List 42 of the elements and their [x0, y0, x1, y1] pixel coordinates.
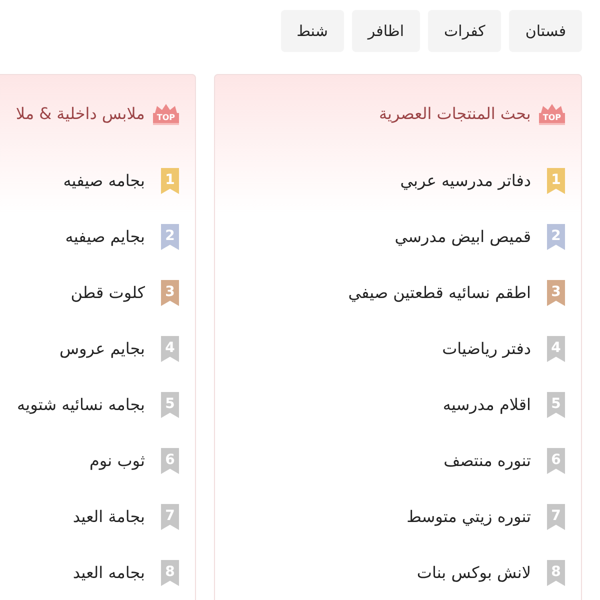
trending-search-link[interactable]: دفتر رياضيات	[442, 337, 531, 361]
rank-marker: 2	[547, 224, 565, 250]
trending-search-link[interactable]: اقلام مدرسيه	[442, 393, 531, 417]
rank-marker: 2	[161, 224, 179, 250]
trending-search-link[interactable]: بجامة العيد	[72, 505, 145, 529]
trending-search-link[interactable]: قميص ابيض مدرسي	[394, 225, 531, 249]
trending-search-link[interactable]: بجامه العيد	[72, 561, 145, 585]
crown-icon	[540, 104, 563, 112]
rank-marker: 8	[547, 560, 565, 586]
trending-search-link[interactable]: دفاتر مدرسيه عربي	[400, 169, 531, 193]
top-label: TOP	[538, 112, 565, 124]
rank-marker: 4	[547, 336, 565, 362]
rank-marker: 1	[547, 168, 565, 194]
trending-search-link[interactable]: كلوت قطن	[70, 281, 145, 305]
rank-marker: 7	[547, 504, 565, 530]
trending-search-link[interactable]: بجامه نسائيه شتويه	[17, 393, 145, 417]
trending-search-link[interactable]: تنوره منتصف	[444, 449, 531, 473]
tag-chip[interactable]: كفرات	[428, 10, 502, 52]
rank-marker: 8	[161, 560, 179, 586]
rank-marker: 4	[161, 336, 179, 362]
trending-search-link[interactable]: بجامه صيفيه	[63, 169, 145, 193]
trending-search-link[interactable]: لانش بوكس بنات	[416, 561, 531, 585]
rank-marker: 7	[161, 504, 179, 530]
rank-marker: 1	[161, 168, 179, 194]
rank-marker: 5	[547, 392, 565, 418]
crown-icon	[154, 104, 177, 112]
panel-title: بحث المنتجات العصرية	[378, 103, 531, 125]
rank-marker: 3	[547, 280, 565, 306]
panel-title: ملابس داخلية & ملا	[16, 103, 145, 125]
rank-marker: 6	[161, 448, 179, 474]
rank-marker: 6	[547, 448, 565, 474]
tag-chip[interactable]: فستان	[509, 10, 582, 52]
trending-search-link[interactable]: تنوره زيتي متوسط	[406, 505, 531, 529]
tag-chip[interactable]: اظافر	[352, 10, 420, 52]
tag-chip[interactable]: شنط	[280, 10, 344, 52]
trending-search-link[interactable]: بجايم صيفيه	[65, 225, 145, 249]
trending-search-link[interactable]: بجايم عروس	[60, 337, 145, 361]
top-label: TOP	[152, 112, 179, 124]
trending-search-link[interactable]: اطقم نسائيه قطعتين صيفي	[348, 281, 531, 305]
trending-search-link[interactable]: ثوب نوم	[90, 449, 145, 473]
rank-marker: 3	[161, 280, 179, 306]
rank-marker: 5	[161, 392, 179, 418]
